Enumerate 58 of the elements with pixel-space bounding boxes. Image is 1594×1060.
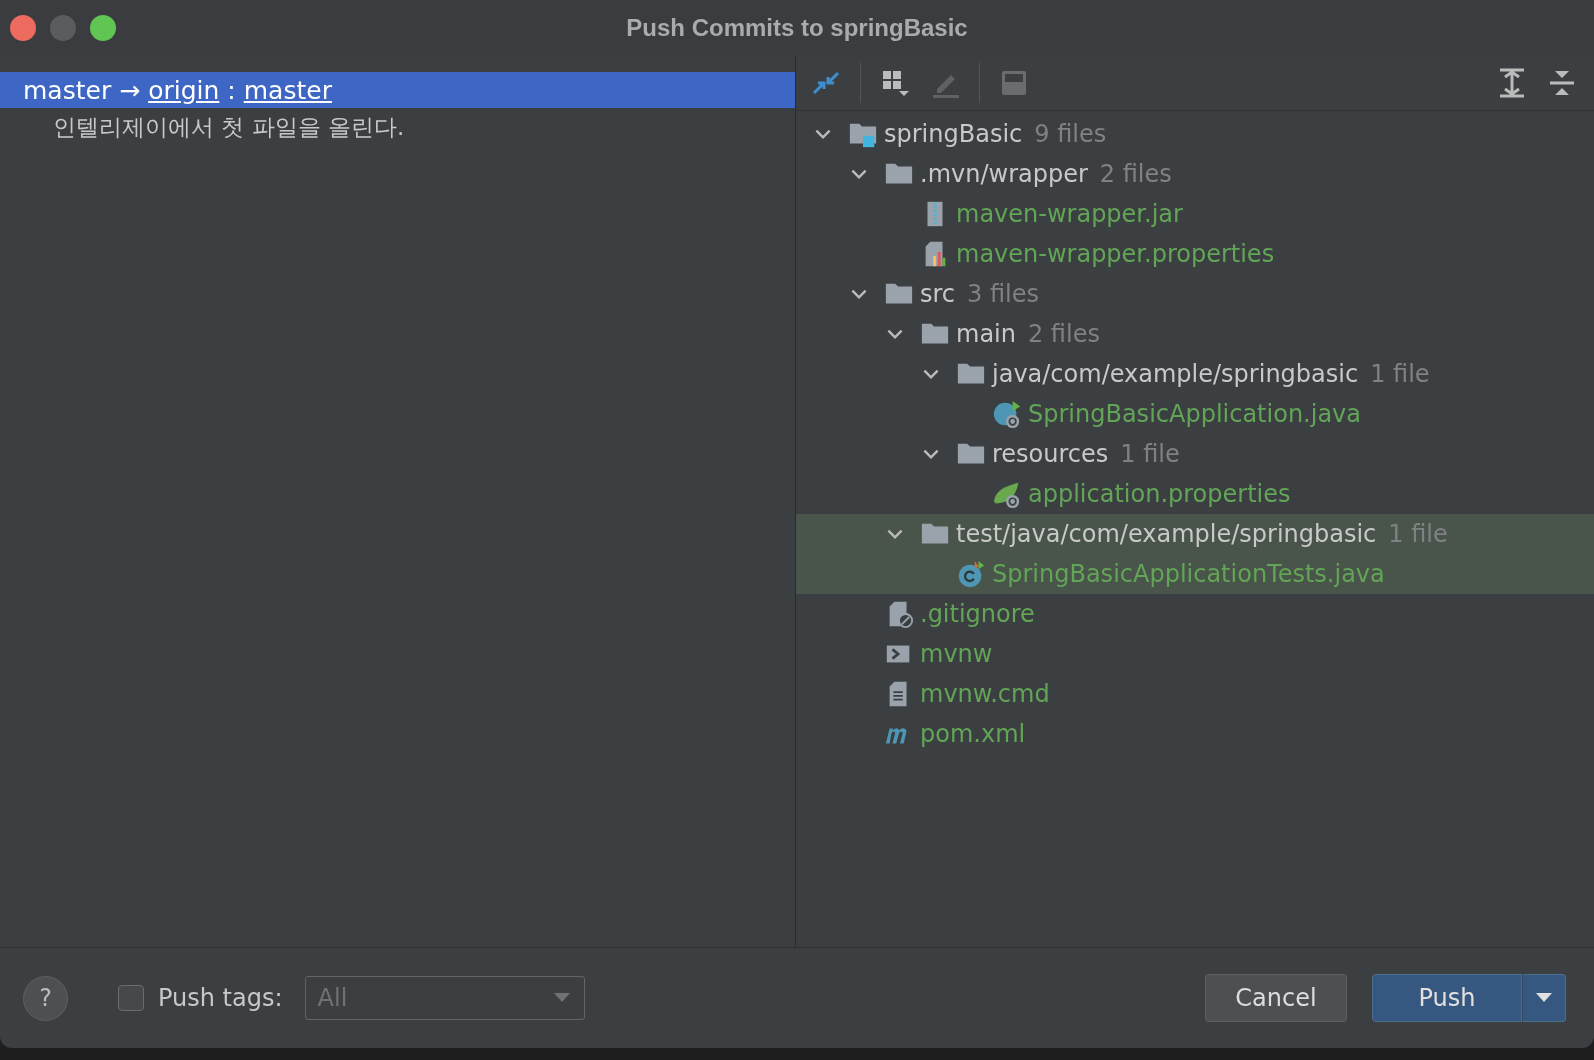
- local-branch: master: [23, 75, 112, 105]
- tree-row[interactable]: mvnw.cmd: [796, 674, 1594, 714]
- test-class-icon: [956, 559, 986, 589]
- tree-item-name: mvnw: [920, 640, 993, 668]
- tree-item-name: test/java/com/example/springbasic: [956, 520, 1377, 548]
- tree-row[interactable]: mvnw: [796, 634, 1594, 674]
- push-options-button[interactable]: [1522, 974, 1566, 1022]
- branch-row[interactable]: master → origin : master: [0, 72, 795, 108]
- push-button[interactable]: Push: [1372, 974, 1522, 1022]
- tree-item-name: src: [920, 280, 956, 308]
- zoom-button[interactable]: [90, 15, 116, 41]
- tree-item-name: .mvn/wrapper: [920, 160, 1088, 188]
- remote-link[interactable]: origin: [148, 75, 220, 105]
- tree-row[interactable]: maven-wrapper.properties: [796, 234, 1594, 274]
- separator-text: :: [227, 75, 236, 105]
- tree-item-name: main: [956, 320, 1016, 348]
- file-count: 1 file: [1120, 440, 1180, 468]
- tree-row[interactable]: .gitignore: [796, 594, 1594, 634]
- tree-row[interactable]: main 2 files: [796, 314, 1594, 354]
- tree-item-name: java/com/example/springbasic: [992, 360, 1359, 388]
- tree-item-name: SpringBasicApplication.java: [1028, 400, 1361, 428]
- tree-row[interactable]: springBasic 9 files: [796, 114, 1594, 154]
- tree-item-name: springBasic: [884, 120, 1023, 148]
- file-count: 2 files: [1027, 320, 1100, 348]
- caret-icon: [1536, 993, 1552, 1003]
- arrow-text: →: [119, 75, 141, 105]
- file-count: 1 file: [1388, 520, 1448, 548]
- push-tags-label: Push tags:: [158, 984, 283, 1012]
- tree-item-name: application.properties: [1028, 480, 1291, 508]
- tree-row[interactable]: java/com/example/springbasic 1 file: [796, 354, 1594, 394]
- help-button[interactable]: ?: [23, 975, 68, 1021]
- tree-item-name: SpringBasicApplicationTests.java: [992, 560, 1385, 588]
- commit-message[interactable]: 인텔리제이에서 첫 파일을 올린다.: [0, 108, 795, 146]
- close-button[interactable]: [10, 15, 36, 41]
- tree-item-name: maven-wrapper.jar: [956, 200, 1183, 228]
- tree-row[interactable]: application.properties: [796, 474, 1594, 514]
- push-tags-checkbox[interactable]: [118, 985, 144, 1011]
- tree-row[interactable]: maven-wrapper.jar: [796, 194, 1594, 234]
- tree-item-name: resources: [992, 440, 1109, 468]
- tree-row[interactable]: pom.xml: [796, 714, 1594, 754]
- file-count: 9 files: [1034, 120, 1107, 148]
- caret-icon: [553, 993, 570, 1003]
- tree-row[interactable]: .mvn/wrapper 2 files: [796, 154, 1594, 194]
- window-title: Push Commits to springBasic: [626, 14, 968, 42]
- tree-row[interactable]: src 3 files: [796, 274, 1594, 314]
- class-gear-icon: [992, 399, 1022, 429]
- tree-row[interactable]: SpringBasicApplication.java: [796, 394, 1594, 434]
- remote-branch-link[interactable]: master: [243, 75, 332, 105]
- cancel-button[interactable]: Cancel: [1205, 974, 1347, 1022]
- file-count: 1 file: [1370, 360, 1430, 388]
- tree-item-name: mvnw.cmd: [920, 680, 1050, 708]
- file-count: 3 files: [967, 280, 1039, 308]
- tree-item-name: .gitignore: [920, 600, 1035, 628]
- file-count: 2 files: [1099, 160, 1172, 188]
- tree-item-name: maven-wrapper.properties: [956, 240, 1275, 268]
- tree-row[interactable]: resources 1 file: [796, 434, 1594, 474]
- tree-row[interactable]: test/java/com/example/springbasic 1 file: [796, 514, 1594, 554]
- tree-item-name: pom.xml: [920, 720, 1026, 748]
